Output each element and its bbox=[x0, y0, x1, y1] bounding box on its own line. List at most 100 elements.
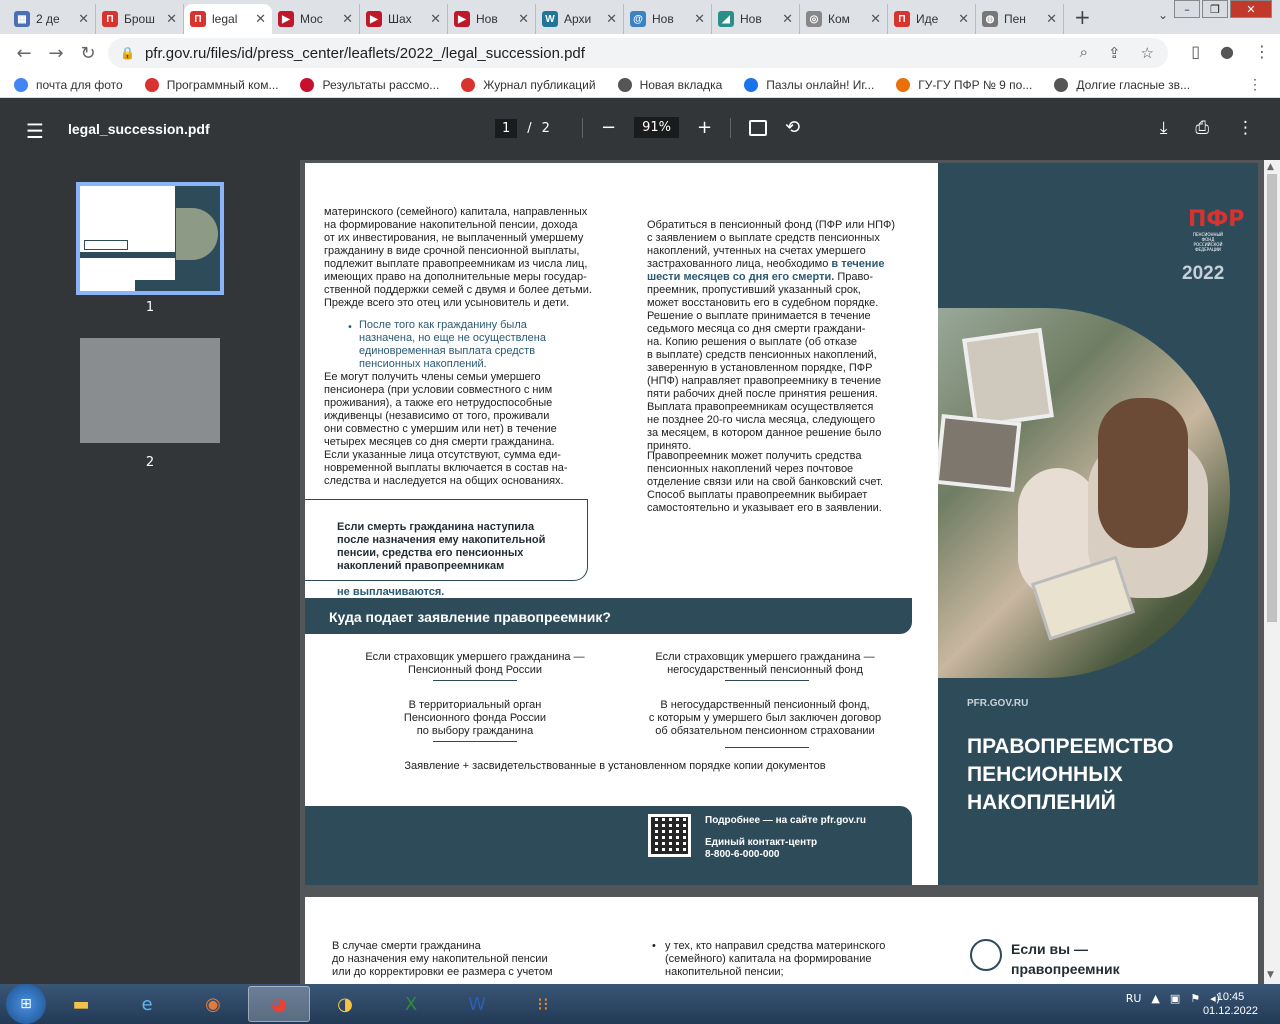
bookmark-item[interactable]: Журнал публикаций bbox=[461, 77, 596, 92]
word-icon[interactable]: W bbox=[446, 986, 508, 1022]
bookmark-label: Долгие гласные зв... bbox=[1076, 77, 1191, 92]
new-tab-button[interactable]: + bbox=[1064, 5, 1101, 29]
callout-highlight: не выплачиваются. bbox=[337, 586, 445, 598]
tab-1[interactable]: П Брош ✕ bbox=[96, 4, 184, 34]
back-icon[interactable]: ← bbox=[8, 43, 40, 64]
tab-favicon-icon: ◢ bbox=[718, 11, 734, 27]
side-panel-icon[interactable]: ▯ bbox=[1191, 42, 1200, 61]
tab-favicon-icon: @ bbox=[630, 11, 646, 27]
tab-11[interactable]: ◍ Пен ✕ bbox=[976, 4, 1064, 34]
tab-close-icon[interactable]: ✕ bbox=[166, 11, 177, 27]
bookmark-star-icon[interactable]: ☆ bbox=[1141, 44, 1154, 62]
bookmark-item[interactable]: ГУ-ГУ ПФР № 9 по... bbox=[896, 77, 1032, 92]
tab-close-icon[interactable]: ✕ bbox=[255, 11, 266, 27]
download-icon[interactable]: ⤓ bbox=[1160, 118, 1168, 138]
fit-page-icon[interactable] bbox=[749, 119, 768, 136]
flag-icon[interactable]: ⚑ bbox=[1190, 992, 1200, 1005]
page-indicator: 1 / 2 bbox=[495, 119, 550, 138]
zoom-input[interactable]: 91% bbox=[634, 117, 679, 138]
pdf-viewport[interactable]: материнского (семейного) капитала, напра… bbox=[300, 160, 1280, 984]
vertical-scrollbar[interactable]: ▲ ▼ bbox=[1264, 160, 1280, 984]
tab-2[interactable]: Пlegal ✕ bbox=[184, 4, 272, 34]
thumbnail-label: 1 bbox=[145, 300, 155, 315]
tab-7[interactable]: @ Нов ✕ bbox=[624, 4, 712, 34]
body-text: материнского (семейного) капитала, напра… bbox=[324, 206, 592, 309]
photo-app-icon[interactable]: ◑ bbox=[314, 986, 376, 1022]
internet-explorer-icon[interactable]: e bbox=[116, 986, 178, 1022]
zoom-lens-icon[interactable]: ⌕ bbox=[1080, 44, 1088, 62]
tab-close-icon[interactable]: ✕ bbox=[518, 11, 529, 27]
tab-search-icon[interactable]: ⌄ bbox=[1158, 8, 1168, 22]
bookmarks-more-icon[interactable]: ⋮ bbox=[1248, 76, 1262, 93]
share-icon[interactable]: ⇪ bbox=[1108, 44, 1121, 62]
tab-favicon-icon: ◍ bbox=[982, 11, 998, 27]
scrollbar-thumb[interactable] bbox=[1267, 174, 1277, 622]
tab-close-icon[interactable]: ✕ bbox=[78, 11, 89, 27]
address-bar[interactable]: 🔒 pfr.gov.ru/files/id/press_center/leafl… bbox=[108, 38, 1168, 68]
tab-close-icon[interactable]: ✕ bbox=[694, 11, 705, 27]
lock-icon[interactable]: 🔒 bbox=[120, 46, 135, 60]
scroll-down-icon[interactable]: ▼ bbox=[1267, 970, 1274, 980]
toolbar: ← → ↻ 🔒 pfr.gov.ru/files/id/press_center… bbox=[0, 34, 1280, 72]
tab-4[interactable]: ▶ Шах ✕ bbox=[360, 4, 448, 34]
bookmark-favicon-icon bbox=[300, 77, 315, 92]
chrome-icon[interactable]: ◕ bbox=[248, 986, 310, 1022]
body-text: Ее могут получить члены семьи умершего п… bbox=[324, 371, 568, 487]
bookmark-item[interactable]: Долгие гласные зв... bbox=[1054, 77, 1191, 92]
tab-close-icon[interactable]: ✕ bbox=[870, 11, 881, 27]
tab-close-icon[interactable]: ✕ bbox=[430, 11, 441, 27]
network-icon[interactable]: ▣ bbox=[1170, 992, 1180, 1005]
tab-title: Шах bbox=[388, 12, 412, 26]
tab-close-icon[interactable]: ✕ bbox=[342, 11, 353, 27]
zoom-in-button[interactable]: + bbox=[697, 117, 712, 138]
tab-close-icon[interactable]: ✕ bbox=[782, 11, 793, 27]
thumbnail-page-2[interactable] bbox=[80, 338, 220, 443]
bullet-icon: • bbox=[652, 940, 656, 952]
browser-menu-icon[interactable]: ⋮ bbox=[1254, 42, 1270, 61]
bookmark-item[interactable]: Новая вкладка bbox=[617, 77, 722, 92]
bookmark-item[interactable]: почта для фото bbox=[14, 77, 123, 92]
dots-app-icon[interactable]: ⁝⁝ bbox=[512, 986, 574, 1022]
minimize-button[interactable]: – bbox=[1174, 0, 1200, 18]
tab-close-icon[interactable]: ✕ bbox=[1046, 11, 1057, 27]
page-total: 2 bbox=[541, 121, 550, 136]
scroll-up-icon[interactable]: ▲ bbox=[1267, 162, 1274, 172]
tab-5[interactable]: ▶ Нов ✕ bbox=[448, 4, 536, 34]
page-input[interactable]: 1 bbox=[495, 119, 518, 138]
excel-icon[interactable]: X bbox=[380, 986, 442, 1022]
reload-icon[interactable]: ↻ bbox=[72, 43, 104, 64]
restore-button[interactable]: ❐ bbox=[1202, 0, 1228, 18]
close-window-button[interactable]: ✕ bbox=[1230, 0, 1272, 18]
tab-title: Ком bbox=[828, 12, 850, 26]
more-actions-icon[interactable]: ⋮ bbox=[1237, 118, 1254, 138]
media-icon[interactable]: ◉ bbox=[182, 986, 244, 1022]
zoom-out-button[interactable]: − bbox=[601, 117, 616, 138]
tab-10[interactable]: П Иде ✕ bbox=[888, 4, 976, 34]
rotate-icon[interactable]: ⟲ bbox=[785, 117, 800, 138]
tab-title: Пен bbox=[1004, 12, 1026, 26]
tab-9[interactable]: ◎ Ком ✕ bbox=[800, 4, 888, 34]
tab-close-icon[interactable]: ✕ bbox=[606, 11, 617, 27]
flow-text: Заявление + засвидетельствованные в уста… bbox=[404, 760, 826, 772]
start-button[interactable]: ⊞ bbox=[6, 984, 46, 1024]
body-text: Обратиться в пенсионный фонд (ПФР или НП… bbox=[647, 206, 922, 453]
language-indicator[interactable]: RU bbox=[1126, 992, 1142, 1005]
bookmark-item[interactable]: Пазлы онлайн! Иг... bbox=[744, 77, 874, 92]
clock[interactable]: 10:45 01.12.2022 bbox=[1203, 990, 1258, 1018]
explorer-icon[interactable]: ▬ bbox=[50, 986, 112, 1022]
bookmark-item[interactable]: Результаты рассмо... bbox=[300, 77, 439, 92]
tab-6[interactable]: W Архи ✕ bbox=[536, 4, 624, 34]
forward-icon[interactable]: → bbox=[40, 43, 72, 64]
profile-avatar-icon[interactable]: ● bbox=[1220, 42, 1234, 61]
pdf-menu-icon[interactable]: ☰ bbox=[26, 119, 44, 143]
tray-expand-icon[interactable]: ▲ bbox=[1151, 992, 1159, 1005]
thumbnail-page-1[interactable] bbox=[76, 182, 224, 295]
tab-0[interactable]: ▦ 2 де ✕ bbox=[8, 4, 96, 34]
bookmark-item[interactable]: Программный ком... bbox=[144, 77, 278, 92]
tab-close-icon[interactable]: ✕ bbox=[958, 11, 969, 27]
tab-8[interactable]: ◢ Нов ✕ bbox=[712, 4, 800, 34]
divider bbox=[725, 673, 809, 681]
tab-strip: ▦ 2 де ✕ П Брош ✕ Пlegal ✕ ▶ Мос ✕ ▶ Шах ✕ ▶ Нов ✕ W Архи ✕… bbox=[0, 0, 1280, 34]
tab-3[interactable]: ▶ Мос ✕ bbox=[272, 4, 360, 34]
print-icon[interactable]: ⎙ bbox=[1195, 118, 1209, 138]
